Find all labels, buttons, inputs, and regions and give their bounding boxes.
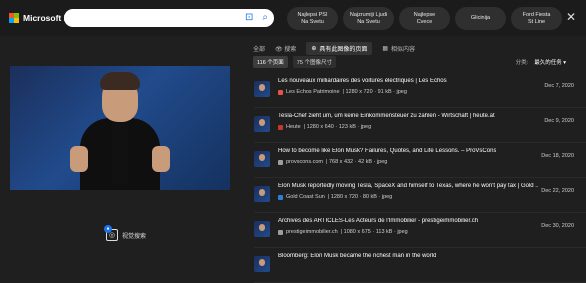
tab-all[interactable]: 全部 xyxy=(253,44,265,53)
thumbnail[interactable] xyxy=(254,186,270,202)
chip-line2: Na Svetu xyxy=(357,18,380,25)
list-item[interactable]: Tesla-Chef zieht um, um keine Einkommens… xyxy=(254,108,586,143)
visual-search-icon[interactable]: ⊡ xyxy=(245,11,253,25)
tab-label: 👁 搜索 xyxy=(275,46,297,53)
tab-similar[interactable]: ▦ 相似内容 xyxy=(382,44,415,53)
thumbnail[interactable] xyxy=(254,81,270,97)
tab-label: 相似内容 xyxy=(391,46,416,53)
result-title[interactable]: Bloomberg: Elon Musk became the richest … xyxy=(278,253,436,259)
result-source[interactable]: provscons.com xyxy=(286,159,323,165)
thumbnail[interactable] xyxy=(254,116,270,132)
result-title[interactable]: Tesla-Chef zieht um, um keine Einkommens… xyxy=(278,113,495,119)
result-info: | 1280 x 640 · 123 kB · jpeg xyxy=(303,124,372,130)
subtab-pages[interactable]: 116 个页面 xyxy=(253,56,288,68)
related-chip[interactable]: Najzrumiji Ljudi Na Svetu xyxy=(343,7,394,30)
result-date: Dec 7, 2020 xyxy=(544,83,574,89)
result-meta: prestigeimmobilier.ch | 1080 x 675 · 113 … xyxy=(278,229,408,235)
subtab-label: 75 个图像尺寸 xyxy=(296,60,332,66)
results-panel: 全部 👁 搜索 ⊕ 具有此图像的页面 ▦ 相似内容 116 个页面 75 个图像尺寸… xyxy=(249,41,586,283)
related-chip[interactable]: Ford Fiesta St Line xyxy=(511,7,562,30)
list-item[interactable]: Les nouveaux milliardaires des voitures … xyxy=(254,73,586,108)
related-chip[interactable]: Najlepsi PSI Na Svetu xyxy=(287,7,338,30)
result-source[interactable]: Gold Coast Sun xyxy=(286,194,325,200)
tab-label: 全部 xyxy=(253,46,266,53)
visual-search-label: 视觉搜索 xyxy=(122,233,147,240)
shirt-shape xyxy=(112,124,128,184)
result-title[interactable]: Elon Musk reportedly moving Tesla, Space… xyxy=(278,183,538,189)
result-date: Dec 18, 2020 xyxy=(541,153,574,159)
result-date: Dec 22, 2020 xyxy=(541,188,574,194)
result-info: | 1280 x 720 · 91 kB · jpeg xyxy=(342,89,407,95)
result-title[interactable]: Archives des ARTICLES-Les Acteurs de l'I… xyxy=(278,218,478,224)
related-chip[interactable]: Najlepse Cvece xyxy=(399,7,450,30)
favicon-icon xyxy=(278,89,283,95)
result-source[interactable]: Les Echos Patrimoine xyxy=(286,89,340,95)
result-meta: Heute | 1280 x 640 · 123 kB · jpeg xyxy=(278,124,371,130)
preview-image xyxy=(10,66,230,190)
search-input[interactable]: ⊡ ⌕ xyxy=(64,9,274,27)
tab-label: 具有此图像的页面 xyxy=(319,46,368,53)
list-item[interactable]: How to become like Elon Musk? Failures, … xyxy=(254,143,586,178)
sort-label: 分类: xyxy=(515,60,529,66)
logo-square-yellow xyxy=(14,18,19,23)
thumbnail[interactable] xyxy=(254,221,270,237)
visual-search-button[interactable]: ◎ ● 视觉搜索 xyxy=(104,225,147,241)
visual-search-icon: ◎ ● xyxy=(104,225,118,241)
favicon-icon xyxy=(278,194,283,200)
thumbnail[interactable] xyxy=(254,256,270,272)
subtab-sizes[interactable]: 75 个图像尺寸 xyxy=(292,56,336,68)
favicon-icon xyxy=(278,229,283,235)
thumbnail[interactable] xyxy=(254,151,270,167)
list-item[interactable]: Bloomberg: Elon Musk became the richest … xyxy=(254,248,586,283)
result-source[interactable]: prestigeimmobilier.ch xyxy=(286,229,338,235)
search-actions: ⊡ ⌕ xyxy=(245,11,268,25)
subtabs: 116 个页面 75 个图像尺寸 xyxy=(253,56,336,68)
chip-line1: Glicinija xyxy=(470,15,491,22)
list-item[interactable]: Archives des ARTICLES-Les Acteurs de l'I… xyxy=(254,213,586,248)
related-chip[interactable]: Glicinija xyxy=(455,7,506,30)
results-list: Les nouveaux milliardaires des voitures … xyxy=(254,73,586,283)
hair-shape xyxy=(100,72,140,90)
related-searches: Najlepsi PSI Na Svetu Najzrumiji Ljudi Na … xyxy=(287,7,562,30)
tab-search[interactable]: 👁 搜索 xyxy=(275,44,296,53)
microsoft-logo-icon xyxy=(9,13,19,23)
hand-right-shape xyxy=(152,146,170,172)
list-item[interactable]: Elon Musk reportedly moving Tesla, Space… xyxy=(254,178,586,213)
badge-icon: ● xyxy=(104,225,112,233)
search-icon[interactable]: ⌕ xyxy=(262,11,268,25)
result-date: Dec 30, 2020 xyxy=(541,223,574,229)
result-date: Dec 9, 2020 xyxy=(544,118,574,124)
person-figure xyxy=(70,72,170,190)
hand-left-shape xyxy=(70,146,88,172)
favicon-icon xyxy=(278,159,283,165)
grid-icon: ▦ xyxy=(382,45,389,52)
subtab-label: 116 个页面 xyxy=(257,60,284,66)
sort-control[interactable]: 分类: 最久的任务 ▾ xyxy=(516,58,566,66)
top-bar: Microsoft Bing ⊡ ⌕ Najlepsi PSI Na Svetu … xyxy=(0,0,586,36)
chip-line2: St Line xyxy=(527,18,546,25)
tab-pages-with-image[interactable]: ⊕ 具有此图像的页面 xyxy=(306,41,373,55)
result-meta: provscons.com | 768 x 432 · 42 kB · jpeg xyxy=(278,159,387,165)
result-meta: Les Echos Patrimoine | 1280 x 720 · 91 kB… xyxy=(278,89,407,95)
pages-icon: ⊕ xyxy=(311,45,317,52)
sort-value: 最久的任务 ▾ xyxy=(534,60,566,66)
chip-line2: Cvece xyxy=(416,18,433,25)
result-title[interactable]: Les nouveaux milliardaires des voitures … xyxy=(278,78,447,84)
result-info: | 768 x 432 · 42 kB · jpeg xyxy=(326,159,388,165)
result-meta: Gold Coast Sun | 1280 x 720 · 80 kB · jpe… xyxy=(278,194,392,200)
result-source[interactable]: Heute xyxy=(286,124,301,130)
tabs: 全部 👁 搜索 ⊕ 具有此图像的页面 ▦ 相似内容 xyxy=(253,41,415,55)
result-info: | 1080 x 675 · 113 kB · jpeg xyxy=(340,229,408,235)
chip-line2: Na Svetu xyxy=(301,18,324,25)
favicon-icon xyxy=(278,124,283,130)
result-info: | 1280 x 720 · 80 kB · jpeg xyxy=(327,194,393,200)
result-title[interactable]: How to become like Elon Musk? Failures, … xyxy=(278,148,496,154)
close-icon[interactable]: ✕ xyxy=(566,11,576,23)
